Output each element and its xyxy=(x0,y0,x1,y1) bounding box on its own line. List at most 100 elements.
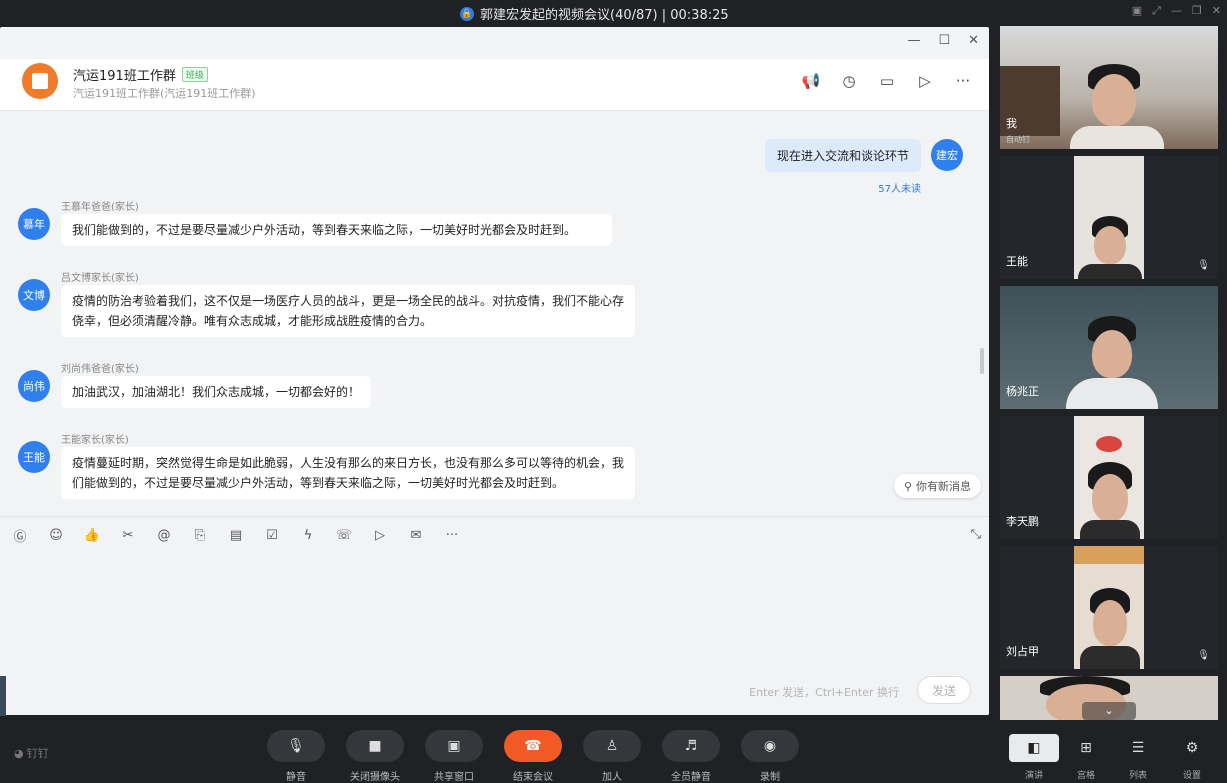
restore-icon[interactable]: ❐ xyxy=(1192,4,1202,18)
emoji-icon[interactable]: ☺ xyxy=(46,525,66,545)
group-badge: 班级 xyxy=(181,67,208,82)
share-button[interactable]: ▣ 共享窗口 xyxy=(424,730,484,783)
meeting-controls: ◕ 钉钉 🎙 静音 ■ 关闭摄像头 ▣ 共享窗口 ☎ 结束会议 ♙ 加人 ♬ 全… xyxy=(0,722,1227,783)
close-icon[interactable]: ✕ xyxy=(1212,4,1221,18)
chat-maximize-icon[interactable]: ☐ xyxy=(938,33,950,48)
participant-tag: 自动钉 xyxy=(1006,135,1030,144)
pin-icon: ⚲ xyxy=(903,479,912,493)
participant-tile[interactable]: 王能 🎙 xyxy=(1000,156,1218,279)
fullscreen-icon[interactable]: ⤢ xyxy=(1152,4,1161,18)
chat-minimize-icon[interactable]: — xyxy=(907,33,920,48)
end-meeting-label: 结束会议 xyxy=(513,772,553,783)
speaker-view-label: 演讲 xyxy=(1024,771,1043,781)
gif-icon[interactable]: Ⓖ xyxy=(10,525,30,545)
record-button[interactable]: ◉ 录制 xyxy=(740,730,800,783)
composer-hint: Enter 发送，Ctrl+Enter 换行 xyxy=(749,686,899,699)
message-bubble[interactable]: 疫情蔓延时期，突然觉得生命是如此脆弱，人生没有那么的来日方长，也没有那么多可以等… xyxy=(61,447,635,499)
calendar-icon[interactable]: ▤ xyxy=(226,525,246,545)
grid-view-button[interactable]: ⊞ 宫格 xyxy=(1060,734,1112,781)
participant-tile[interactable]: 我 自动钉 xyxy=(1000,26,1218,149)
participant-name: 杨兆正 xyxy=(1006,385,1039,398)
avatar[interactable]: 慕年 xyxy=(18,208,50,240)
folder-icon[interactable]: ▭ xyxy=(877,71,897,91)
scrollbar[interactable] xyxy=(980,348,984,374)
participant-name: 李天鹏 xyxy=(1006,515,1039,528)
message-bubble[interactable]: 我们能做到的，不过是要尽量减少户外活动，等到春天来临之际，一切美好时光都会及时赶… xyxy=(61,214,612,246)
settings-button[interactable]: ⚙ 设置 xyxy=(1166,734,1218,781)
message-bubble[interactable]: 疫情的防治考验着我们，这不仅是一场医疗人员的战斗，更是一场全民的战斗。对抗疫情，… xyxy=(61,285,635,337)
microphone-icon: 🎙 xyxy=(1197,650,1210,661)
task-icon[interactable]: ☑ xyxy=(262,525,282,545)
sender-name: 王慕年爸爸(家长) xyxy=(61,202,139,213)
file-icon[interactable]: ⎘ xyxy=(190,525,210,545)
end-meeting-button[interactable]: ☎ 结束会议 xyxy=(503,730,563,783)
expand-icon[interactable]: ⤡ xyxy=(971,527,981,542)
mute-all-button[interactable]: ♬ 全员静音 xyxy=(661,730,721,783)
microphone-icon: 🎙 xyxy=(1197,260,1210,271)
share-label: 共享窗口 xyxy=(434,772,474,783)
more-icon[interactable]: ··· xyxy=(953,71,973,91)
participant-tile[interactable]: 刘占甲 🎙 xyxy=(1000,546,1218,669)
composer[interactable]: Ⓖ ☺ 👍 ✂ @ ⎘ ▤ ☑ ϟ ☏ ▷ ✉ ··· ⤡ Enter 发送，C… xyxy=(0,516,989,715)
chevron-down-icon[interactable]: ⌄ xyxy=(1082,702,1136,720)
header-actions: 📢 ◷ ▭ ▷ ··· xyxy=(801,71,973,91)
record-icon: ◉ xyxy=(741,730,799,762)
camera-icon: ■ xyxy=(346,730,404,762)
dingtalk-icon: ◕ xyxy=(14,746,24,760)
unread-count[interactable]: 57人未读 xyxy=(878,180,921,195)
add-user-button[interactable]: ♙ 加人 xyxy=(582,730,642,783)
more-tools-icon[interactable]: ··· xyxy=(442,525,462,545)
participant-name: 我 xyxy=(1006,117,1017,130)
mute-button[interactable]: 🎙 静音 xyxy=(266,730,326,783)
participant-tile[interactable]: ⌄ xyxy=(1000,676,1218,720)
history-icon[interactable]: ◷ xyxy=(839,71,859,91)
chat-header: 汽运191班工作群 班级 汽运191班工作群(汽运191班工作群) 📢 ◷ ▭ … xyxy=(0,59,989,111)
camera-label: 关闭摄像头 xyxy=(350,772,400,783)
settings-label: 设置 xyxy=(1182,771,1201,781)
mention-icon[interactable]: @ xyxy=(154,525,174,545)
mute-label: 静音 xyxy=(286,772,306,783)
participant-tile[interactable]: 李天鹏 xyxy=(1000,416,1218,539)
pip-icon[interactable]: ▣ xyxy=(1132,4,1142,18)
chat-window-controls: — ☐ ✕ xyxy=(907,33,979,48)
message-bubble[interactable]: 加油武汉，加油湖北！我们众志成城，一切都会好的！ xyxy=(61,376,372,408)
call-icon[interactable]: ☏ xyxy=(334,525,354,545)
sender-name: 王能家长(家长) xyxy=(61,435,129,446)
gear-icon: ⚙ xyxy=(1185,740,1199,756)
avatar[interactable]: 尚伟 xyxy=(18,370,50,402)
mute-all-label: 全员静音 xyxy=(671,772,711,783)
self-message-bubble[interactable]: 现在进入交流和谈论环节 xyxy=(764,139,921,172)
chat-window: — ☐ ✕ 汽运191班工作群 班级 汽运191班工作群(汽运191班工作群) … xyxy=(0,27,989,715)
avatar[interactable]: 建宏 xyxy=(931,139,963,171)
list-view-icon: ☰ xyxy=(1131,740,1145,756)
thumbs-up-icon[interactable]: 👍 xyxy=(82,525,102,545)
microphone-icon: 🎙 xyxy=(267,730,325,762)
scissors-icon[interactable]: ✂ xyxy=(118,525,138,545)
grid-view-icon: ⊞ xyxy=(1080,740,1092,756)
sender-name: 刘尚伟爸爸(家长) xyxy=(61,364,139,375)
meeting-window-controls: ▣ ⤢ — ❐ ✕ xyxy=(1132,4,1221,18)
ding-icon[interactable]: ϟ xyxy=(298,525,318,545)
meeting-title-bar: 🔒 郭建宏发起的视频会议(40/87) | 00:38:25 ▣ ⤢ — ❐ ✕ xyxy=(0,0,1227,26)
camera-button[interactable]: ■ 关闭摄像头 xyxy=(345,730,405,783)
new-message-tip[interactable]: ⚲ 你有新消息 xyxy=(893,474,981,498)
live-broadcast-icon[interactable]: ▷ xyxy=(370,525,390,545)
group-avatar[interactable] xyxy=(22,63,58,99)
send-button[interactable]: 发送 xyxy=(917,676,971,704)
composer-toolbar: Ⓖ ☺ 👍 ✂ @ ⎘ ▤ ☑ ϟ ☏ ▷ ✉ ··· xyxy=(10,525,462,545)
mail-icon[interactable]: ✉ xyxy=(406,525,426,545)
brand-logo: ◕ 钉钉 xyxy=(14,745,49,761)
announcement-icon[interactable]: 📢 xyxy=(801,71,821,91)
minimize-icon[interactable]: — xyxy=(1171,4,1182,18)
live-icon[interactable]: ▷ xyxy=(915,71,935,91)
side-thumbnail xyxy=(0,676,6,716)
chat-close-icon[interactable]: ✕ xyxy=(968,33,979,48)
list-view-button[interactable]: ☰ 列表 xyxy=(1112,734,1164,781)
grid-view-label: 宫格 xyxy=(1076,771,1095,781)
speaker-view-button[interactable]: ◧ 演讲 xyxy=(1008,734,1060,781)
record-label: 录制 xyxy=(760,772,780,783)
avatar[interactable]: 王能 xyxy=(18,441,50,473)
participant-name: 刘占甲 xyxy=(1006,645,1039,658)
avatar[interactable]: 文博 xyxy=(18,279,50,311)
participant-tile[interactable]: 杨兆正 xyxy=(1000,286,1218,409)
